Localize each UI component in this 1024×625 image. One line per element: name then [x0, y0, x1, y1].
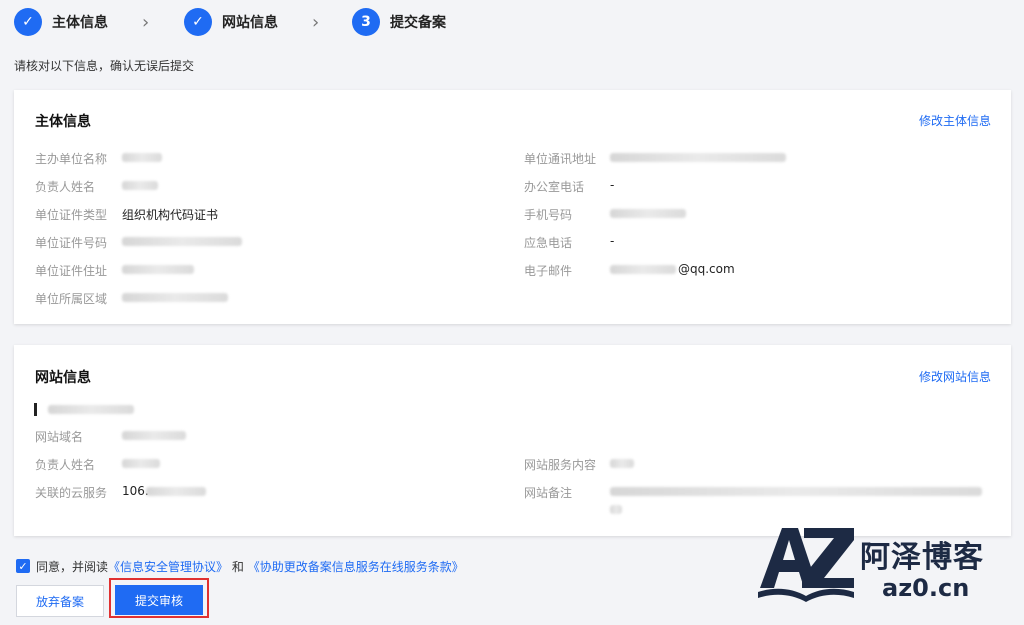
submit-review-button[interactable]: 提交审核 — [115, 585, 203, 615]
section-marker — [34, 403, 37, 416]
redacted-value — [610, 459, 634, 468]
service-terms-link[interactable]: 《协助更改备案信息服务在线服务条款》 — [248, 560, 464, 574]
field-label: 主办单位名称 — [35, 152, 108, 166]
field-label: 应急电话 — [524, 236, 573, 250]
steps-bar: ✓ 主体信息 › ✓ 网站信息 › 3 提交备案 — [14, 7, 614, 37]
redacted-value — [122, 237, 242, 246]
step-subject-info: ✓ 主体信息 — [14, 7, 108, 37]
field-label: 办公室电话 — [524, 180, 585, 194]
check-icon: ✓ — [14, 8, 42, 36]
agreement-text: 同意，并阅读《信息安全管理协议》 和 《协助更改备案信息服务在线服务条款》 — [36, 558, 464, 575]
field-label: 关联的云服务 — [35, 486, 108, 500]
step-label: 主体信息 — [52, 15, 108, 31]
check-icon: ✓ — [184, 8, 212, 36]
redacted-value — [48, 405, 134, 414]
redacted-value — [610, 265, 676, 274]
agree-checkbox[interactable]: ✓ — [16, 559, 30, 573]
redacted-value — [122, 265, 194, 274]
redacted-value — [122, 181, 158, 190]
field-label: 单位证件类型 — [35, 208, 108, 222]
watermark-logo — [758, 528, 854, 602]
step-label: 网站信息 — [222, 15, 278, 31]
field-label: 单位证件号码 — [35, 236, 108, 250]
redacted-value — [122, 153, 162, 162]
watermark-name: 阿泽博客 — [860, 540, 984, 575]
field-label: 负责人姓名 — [35, 458, 96, 472]
agreement-prefix: 同意，并阅读 — [36, 560, 109, 574]
field-label: 手机号码 — [524, 208, 573, 222]
field-value: 组织机构代码证书 — [122, 208, 219, 222]
field-label: 网站域名 — [35, 430, 84, 444]
edit-website-link[interactable]: 修改网站信息 — [919, 368, 991, 385]
field-value: - — [610, 178, 615, 192]
abandon-button[interactable]: 放弃备案 — [16, 585, 104, 617]
redacted-value — [122, 459, 160, 468]
field-label: 单位证件住址 — [35, 264, 108, 278]
redacted-value — [122, 293, 228, 302]
website-info-card: 网站信息 修改网站信息 网站域名 负责人姓名 关联的云服务 106. 网站服务内… — [14, 345, 1011, 536]
step-number: 3 — [352, 8, 380, 36]
redacted-value — [610, 209, 686, 218]
step-website-info: ✓ 网站信息 — [184, 7, 278, 37]
field-label: 电子邮件 — [524, 264, 573, 278]
step-label: 提交备案 — [390, 15, 446, 31]
redacted-value — [610, 505, 622, 514]
field-value: @qq.com — [678, 262, 735, 276]
redacted-value — [610, 487, 982, 496]
field-value: 106. — [122, 484, 149, 498]
edit-subject-link[interactable]: 修改主体信息 — [919, 112, 991, 129]
field-value: - — [610, 234, 615, 248]
chevron-right-icon: › — [142, 12, 150, 33]
redacted-value — [146, 487, 206, 496]
agreement-middle: 和 — [231, 560, 244, 574]
redacted-value — [122, 431, 186, 440]
chevron-right-icon: › — [312, 12, 320, 33]
card-title: 主体信息 — [35, 114, 91, 130]
field-label: 单位通讯地址 — [524, 152, 597, 166]
watermark-url: az0.cn — [882, 574, 970, 602]
notice-text: 请核对以下信息，确认无误后提交 — [14, 59, 195, 73]
subject-info-card: 主体信息 修改主体信息 主办单位名称 负责人姓名 单位证件类型 组织机构代码证书… — [14, 90, 1011, 324]
field-label: 负责人姓名 — [35, 180, 96, 194]
field-label: 网站备注 — [524, 486, 573, 500]
security-agreement-link[interactable]: 《信息安全管理协议》 — [108, 560, 228, 574]
field-label: 单位所属区域 — [35, 292, 108, 306]
card-title: 网站信息 — [35, 370, 91, 386]
step-submit: 3 提交备案 — [352, 7, 446, 37]
redacted-value — [610, 153, 786, 162]
field-label: 网站服务内容 — [524, 458, 597, 472]
